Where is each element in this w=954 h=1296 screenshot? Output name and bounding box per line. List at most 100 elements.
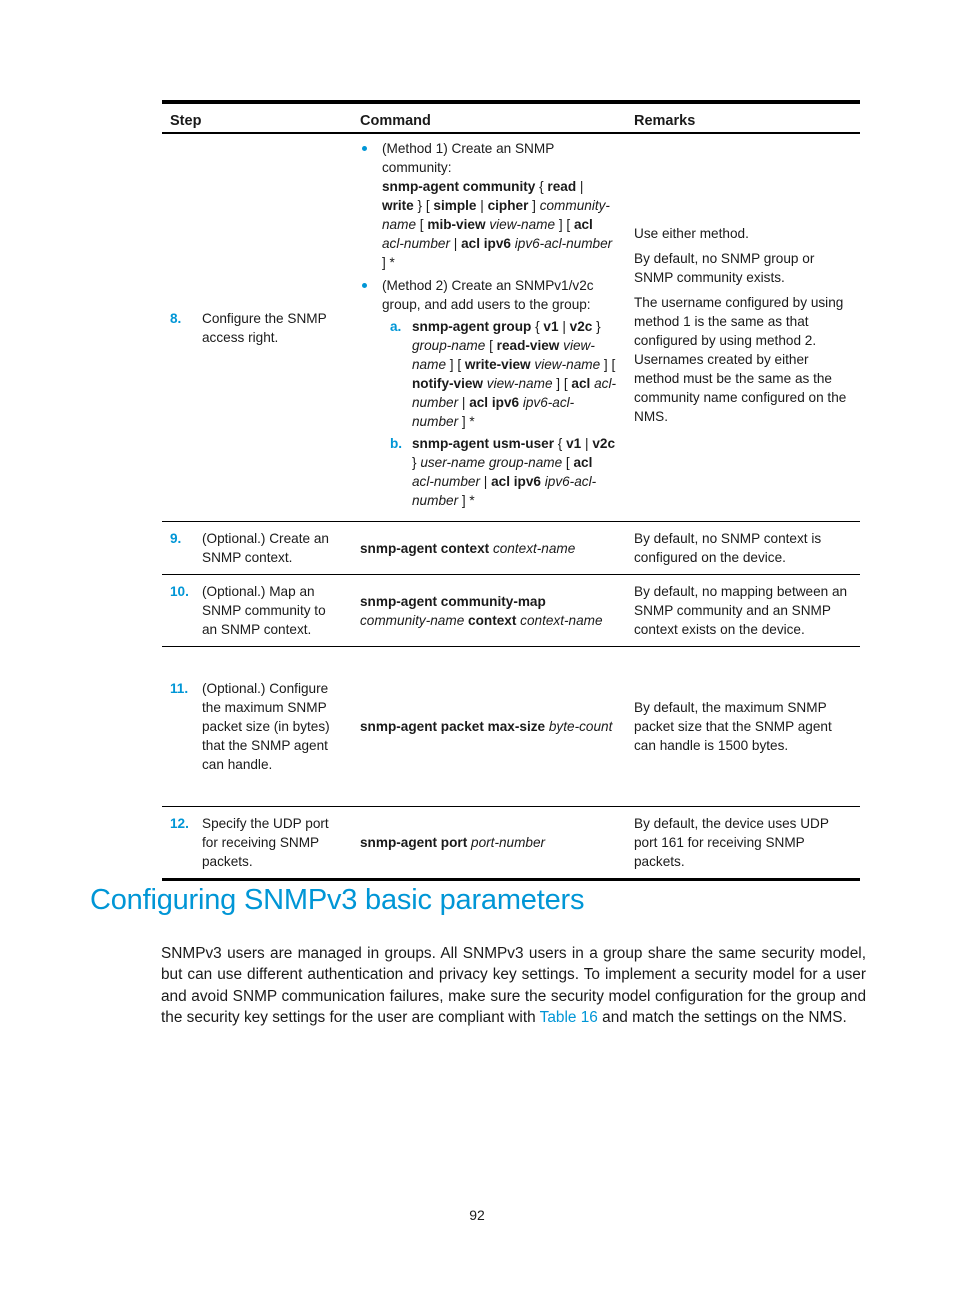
step-cell: 12. Specify the UDP port for receiving S… [162,806,352,881]
step-description: (Optional.) Create an SNMP context. [202,531,329,565]
command-syntax: | [581,436,593,451]
command-syntax: [ [416,217,428,232]
remarks-cell: Use either method. By default, no SNMP g… [626,133,860,522]
command-argument: view-name [534,357,601,372]
table-row: 10. (Optional.) Map an SNMP community to… [162,574,860,647]
command-argument: ipv6-acl-number [514,236,613,251]
step-number: 10. [170,584,189,599]
remark-text: By default, no SNMP group or SNMP commun… [634,251,815,285]
command-keyword: acl [573,217,593,232]
method-1-item: (Method 1) Create an SNMP community: snm… [360,139,618,272]
substep-command: snmp-agent group { v1 | v2c } group-name… [412,317,618,431]
command-keyword: write-view [464,357,531,372]
command-argument: view-name [489,217,556,232]
command-syntax: ] [ [552,376,572,391]
method-list: (Method 1) Create an SNMP community: snm… [360,139,618,510]
method-1-intro: (Method 1) Create an SNMP community: [382,141,555,175]
command-syntax: ] * [458,414,475,429]
remarks-cell: By default, the device uses UDP port 161… [626,806,860,881]
command-keyword: snmp-agent community [382,179,536,194]
step-number: 9. [170,531,182,546]
document-page: Step Command Remarks 8. Configure the SN… [0,0,954,1296]
command-keyword: snmp-agent context [360,540,490,556]
table-row: 9. (Optional.) Create an SNMP context. s… [162,521,860,575]
step-description: Configure the SNMP access right. [202,310,327,345]
command-keyword: simple [433,198,477,213]
header-step: Step [162,100,352,134]
step-cell: 9. (Optional.) Create an SNMP context. [162,521,352,575]
command-syntax: ] * [458,493,475,508]
command-syntax: { [531,319,544,334]
command-argument: acl-number [382,236,450,251]
command-keyword: snmp-agent usm-user [412,436,555,451]
remarks-cell: By default, the maximum SNMP packet size… [626,646,860,807]
step-cell: 11. (Optional.) Configure the maximum SN… [162,646,352,807]
command-argument: context-name [520,612,603,628]
remark-text: By default, no mapping between an SNMP c… [634,584,848,637]
step-description: (Optional.) Map an SNMP community to an … [202,584,326,637]
command-keyword: v2c [592,436,616,451]
substep-letter: a. [390,319,402,334]
command-syntax: { [535,179,548,194]
table-row: 8. Configure the SNMP access right. (Met… [162,133,860,522]
command-argument: context-name [492,540,576,556]
command-syntax: | [450,236,462,251]
command-syntax: ] * [382,255,395,270]
step-cell: 8. Configure the SNMP access right. [162,133,352,522]
command-cell: snmp-agent packet max-size byte-count [352,646,626,807]
substep-command: snmp-agent usm-user { v1 | v2c } user-na… [412,434,618,510]
section-body-paragraph: SNMPv3 users are managed in groups. All … [161,943,866,1028]
command-argument: port-number [471,835,546,850]
remark-text: By default, the maximum SNMP packet size… [634,700,832,753]
remark-text: Use either method. [634,226,749,241]
bullet-icon [362,146,367,151]
command-keyword: snmp-agent port [360,835,468,850]
command-syntax: [ [562,455,574,470]
remark-text: By default, no SNMP context is configure… [634,531,822,565]
command-cell: (Method 1) Create an SNMP community: snm… [352,133,626,522]
substep-a: a. snmp-agent group { v1 | v2c } group-n… [382,317,618,431]
command-syntax: ] [ [446,357,465,372]
command-argument: community-name [360,612,465,628]
command-argument: view-name [486,376,553,391]
header-remarks: Remarks [626,100,860,134]
command-keyword: write [382,198,414,213]
header-command: Command [352,100,626,134]
command-keyword: read [547,179,577,194]
command-keyword: read-view [496,338,560,353]
remark-text: By default, the device uses UDP port 161… [634,816,829,869]
step-description: Specify the UDP port for receiving SNMP … [202,816,329,869]
step-cell: 10. (Optional.) Map an SNMP community to… [162,574,352,647]
command-keyword: v2c [569,319,593,334]
command-keyword: snmp-agent packet max-size [360,719,546,734]
bullet-icon [362,283,367,288]
substep-letter: b. [390,436,403,451]
table-row: 11. (Optional.) Configure the maximum SN… [162,646,860,807]
command-keyword: v1 [543,319,559,334]
method-1-command: snmp-agent community { read | write } [ … [382,177,618,272]
command-syntax: ] [ [600,357,616,372]
command-keyword: acl [573,455,593,470]
command-keyword: cipher [487,198,529,213]
command-argument: group-name [412,338,486,353]
substep-b: b. snmp-agent usm-user { v1 | v2c } user… [382,434,618,510]
body-text: and match the settings on the NMS. [597,1008,847,1026]
page-number: 92 [469,1207,485,1223]
table-header-row: Step Command Remarks [162,100,860,134]
command-syntax: ] [ [555,217,574,232]
table-16-link[interactable]: Table 16 [540,1009,598,1026]
command-keyword: v1 [566,436,582,451]
remark-text: The username configured by using method … [634,295,847,424]
step-number: 8. [170,310,182,326]
command-syntax: ] [528,198,540,213]
command-keyword: mib-view [427,217,486,232]
command-syntax: } [ [413,198,434,213]
command-syntax: [ [485,338,497,353]
command-cell: snmp-agent port port-number [352,806,626,881]
command-keyword: acl [571,376,591,391]
table-row: 12. Specify the UDP port for receiving S… [162,806,860,881]
step-number: 11. [170,681,189,696]
configuration-steps-table: Step Command Remarks 8. Configure the SN… [162,100,860,881]
command-keyword: notify-view [412,376,483,391]
remarks-cell: By default, no mapping between an SNMP c… [626,574,860,647]
